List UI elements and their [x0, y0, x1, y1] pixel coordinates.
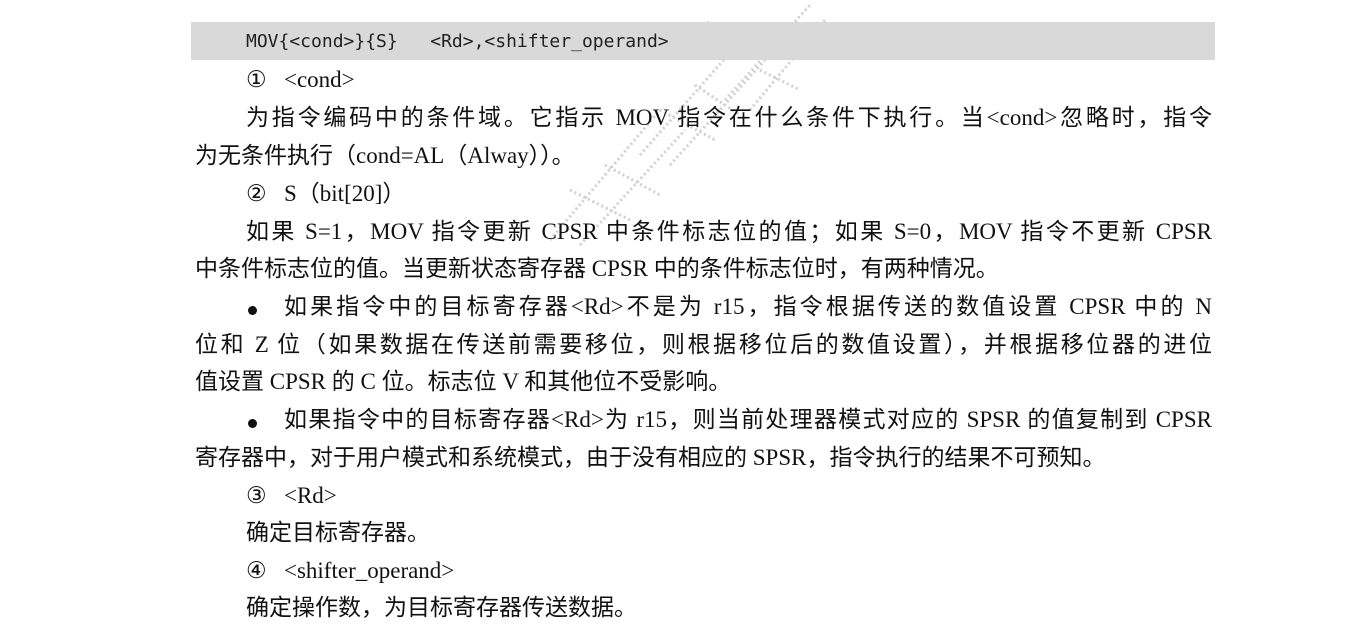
paragraph-line: 为无条件执行（cond=AL（Alway））。 [195, 143, 575, 168]
bullet-item: 如果指令中的目标寄存器<Rd>为 r15，则当前处理器模式对应的 SPSR 的值… [246, 405, 1212, 435]
code-syntax-text: MOV{<cond>}{S} <Rd>,<shifter_operand> [246, 31, 669, 52]
item-number-3: ③ [246, 483, 267, 508]
bullet-text: 如果指令中的目标寄存器<Rd>不是为 r15，指令根据传送的数值设置 CPSR … [284, 294, 1212, 319]
item-rd-heading: ③ <Rd> [246, 481, 1212, 511]
paragraph-line: 中条件标志位的值。当更新状态寄存器 CPSR 中的条件标志位时，有两种情况。 [195, 256, 999, 281]
item-number-1: ① [246, 67, 267, 92]
bullet-item: 如果指令中的目标寄存器<Rd>不是为 r15，指令根据传送的数值设置 CPSR … [246, 292, 1212, 322]
bullet-text: 如果指令中的目标寄存器<Rd>为 r15，则当前处理器模式对应的 SPSR 的值… [284, 407, 1212, 432]
paragraph-line: 确定操作数，为目标寄存器传送数据。 [246, 595, 637, 620]
paragraph-line: 如果 S=1，MOV 指令更新 CPSR 中条件标志位的值；如果 S=0，MOV… [246, 219, 1212, 244]
item-shifter-heading: ④ <shifter_operand> [246, 556, 1212, 586]
paragraph-line: 值设置 CPSR 的 C 位。标志位 V 和其他位不受影响。 [195, 369, 732, 394]
paragraph-line: 确定目标寄存器。 [246, 520, 430, 545]
item-number-2: ② [246, 181, 267, 206]
paragraph-line: 寄存器中，对于用户模式和系统模式，由于没有相应的 SPSR，指令执行的结果不可预… [195, 445, 1106, 470]
item-title-cond: <cond> [284, 67, 355, 92]
item-s-heading: ② S（bit[20]） [246, 179, 1212, 209]
item-title-rd: <Rd> [284, 483, 337, 508]
item-cond-heading: ① <cond> [246, 65, 1212, 95]
paragraph-line: 为指令编码中的条件域。它指示 MOV 指令在什么条件下执行。当<cond>忽略时… [246, 105, 1212, 130]
item-number-4: ④ [246, 558, 267, 583]
item-title-shifter: <shifter_operand> [284, 558, 455, 583]
item-title-s: S（bit[20]） [284, 181, 406, 206]
paragraph-line: 位和 Z 位（如果数据在传送前需要移位，则根据移位后的数值设置），并根据移位器的… [195, 332, 1212, 357]
